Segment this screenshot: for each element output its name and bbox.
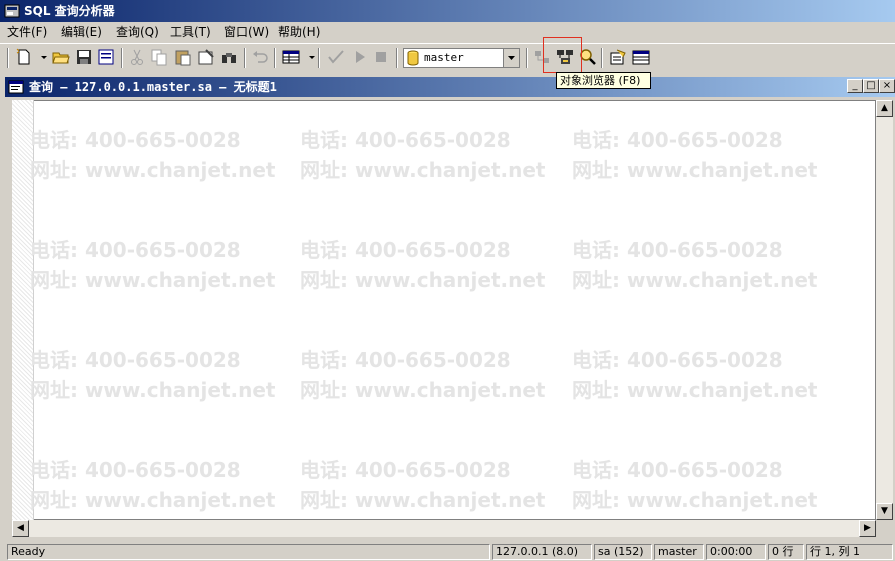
query-window-icon <box>8 80 24 94</box>
app-title: SQL 查询分析器 <box>24 4 115 18</box>
status-bar: Ready 127.0.0.1 (8.0) sa (152) master 0:… <box>0 543 895 561</box>
results-grid-icon[interactable] <box>281 47 301 67</box>
watermark-phone: 电话: 400-665-0028 <box>30 458 241 482</box>
new-query-dropdown-icon[interactable] <box>34 47 47 67</box>
scroll-left-icon[interactable]: ◀ <box>12 520 29 537</box>
watermark-phone: 电话: 400-665-0028 <box>300 458 511 482</box>
watermark-site: 网址: www.chanjet.net <box>300 268 546 292</box>
stop-icon[interactable] <box>371 47 391 67</box>
menu-query[interactable]: 查询(Q) <box>116 24 159 40</box>
watermark-phone: 电话: 400-665-0028 <box>30 348 241 372</box>
watermark-site: 网址: www.chanjet.net <box>300 378 546 402</box>
toolbar-separator <box>244 48 246 68</box>
watermark-site: 网址: www.chanjet.net <box>30 158 276 182</box>
database-icon <box>406 50 420 66</box>
watermark-site: 网址: www.chanjet.net <box>30 488 276 512</box>
watermark-site: 网址: www.chanjet.net <box>572 488 818 512</box>
new-query-icon[interactable] <box>14 47 34 67</box>
toolbar-separator <box>274 48 276 68</box>
toolbar: master <box>0 43 895 72</box>
database-select[interactable]: master <box>403 48 520 68</box>
execute-play-icon[interactable] <box>350 47 370 67</box>
open-folder-icon[interactable] <box>51 47 71 67</box>
toolbar-separator <box>121 48 123 68</box>
watermark-site: 网址: www.chanjet.net <box>30 268 276 292</box>
toolbar-separator <box>396 48 398 68</box>
copy-icon[interactable] <box>149 47 169 67</box>
menu-bar: 文件(F) 编辑(E) 查询(Q) 工具(T) 窗口(W) 帮助(H) <box>0 22 895 42</box>
app-icon <box>4 3 20 19</box>
restore-button[interactable]: □ <box>863 79 879 93</box>
object-browser-highlight <box>543 37 582 73</box>
status-database: master <box>654 544 704 560</box>
menu-tools[interactable]: 工具(T) <box>170 24 211 40</box>
current-connection-properties-icon[interactable] <box>608 47 628 67</box>
scroll-up-icon[interactable]: ▲ <box>876 100 893 117</box>
watermark-phone: 电话: 400-665-0028 <box>572 128 783 152</box>
status-server: 127.0.0.1 (8.0) <box>492 544 592 560</box>
database-select-value: master <box>424 51 464 64</box>
watermark-phone: 电话: 400-665-0028 <box>30 238 241 262</box>
show-results-pane-icon[interactable] <box>631 47 651 67</box>
save-icon[interactable] <box>74 47 94 67</box>
load-script-icon[interactable] <box>96 47 116 67</box>
status-position: 行 1, 列 1 <box>806 544 893 560</box>
undo-icon[interactable] <box>250 47 270 67</box>
watermark-site: 网址: www.chanjet.net <box>572 378 818 402</box>
watermark-site: 网址: www.chanjet.net <box>572 268 818 292</box>
toolbar-separator <box>601 48 603 68</box>
query-window-title: 查询 — 127.0.0.1.master.sa — 无标题1 <box>29 80 277 94</box>
clear-window-icon[interactable] <box>196 47 216 67</box>
status-user: sa (152) <box>594 544 652 560</box>
paste-icon[interactable] <box>173 47 193 67</box>
watermark-site: 网址: www.chanjet.net <box>30 378 276 402</box>
object-browser-tooltip: 对象浏览器 (F8) <box>556 72 651 89</box>
horizontal-scrollbar[interactable]: ◀ ▶ <box>12 520 876 537</box>
watermark-site: 网址: www.chanjet.net <box>572 158 818 182</box>
status-time: 0:00:00 <box>706 544 766 560</box>
menu-help[interactable]: 帮助(H) <box>278 24 320 40</box>
watermark-phone: 电话: 400-665-0028 <box>572 348 783 372</box>
query-window-title-bar: 查询 — 127.0.0.1.master.sa — 无标题1 _ □ × <box>5 77 895 97</box>
app-title-bar: SQL 查询分析器 <box>0 0 895 22</box>
watermark-site: 网址: www.chanjet.net <box>300 158 546 182</box>
vertical-scrollbar[interactable]: ▲ ▼ <box>876 100 893 520</box>
status-ready: Ready <box>7 544 490 560</box>
watermark-phone: 电话: 400-665-0028 <box>300 128 511 152</box>
minimize-button[interactable]: _ <box>847 79 863 93</box>
scroll-right-icon[interactable]: ▶ <box>859 520 876 537</box>
chevron-down-icon[interactable] <box>503 49 519 67</box>
scroll-down-icon[interactable]: ▼ <box>876 503 893 520</box>
menu-edit[interactable]: 编辑(E) <box>61 24 102 40</box>
status-rows: 0 行 <box>768 544 804 560</box>
menu-file[interactable]: 文件(F) <box>7 24 47 40</box>
watermark-phone: 电话: 400-665-0028 <box>572 238 783 262</box>
watermark-phone: 电话: 400-665-0028 <box>30 128 241 152</box>
close-button[interactable]: × <box>879 79 895 93</box>
menu-window[interactable]: 窗口(W) <box>224 24 269 40</box>
parse-check-icon[interactable] <box>326 47 346 67</box>
toolbar-separator <box>318 48 320 68</box>
find-binoculars-icon[interactable] <box>219 47 239 67</box>
toolbar-separator <box>526 48 528 68</box>
results-dropdown-icon[interactable] <box>302 47 315 67</box>
watermark-phone: 电话: 400-665-0028 <box>300 348 511 372</box>
watermark-phone: 电话: 400-665-0028 <box>300 238 511 262</box>
toolbar-grip <box>7 48 9 68</box>
cut-icon[interactable] <box>127 47 147 67</box>
watermark-site: 网址: www.chanjet.net <box>300 488 546 512</box>
watermark-phone: 电话: 400-665-0028 <box>572 458 783 482</box>
